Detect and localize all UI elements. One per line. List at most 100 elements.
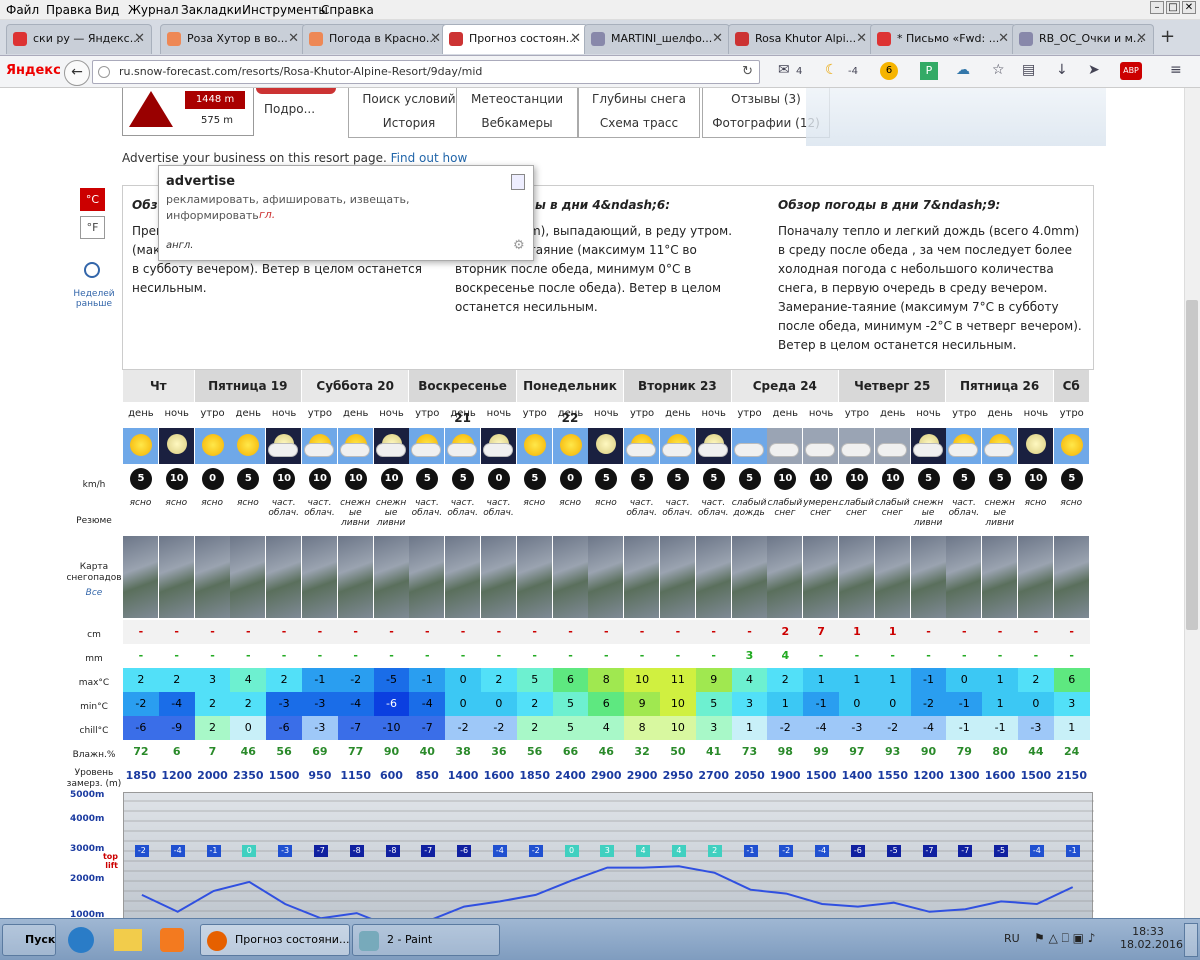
cloud-icon[interactable]: ☁ [956,62,970,78]
badge-icon[interactable]: 6 [880,62,898,80]
tab-close-icon[interactable]: ✕ [134,25,145,53]
menu-item-2[interactable]: Вид [95,3,119,17]
max-temp-cell: 9 [695,668,732,692]
taskbar-firefox[interactable]: Прогноз состояни... [200,924,350,956]
snow-map-thumbnail[interactable] [624,536,660,618]
tray-icons[interactable]: ⚑ △ ⎕ ▣ ♪ [1034,931,1095,946]
ie-icon[interactable] [68,927,94,953]
start-button[interactable]: Пуск [2,924,56,956]
chill-temp-cell: 2 [516,716,553,740]
menu-item-1[interactable]: Правка [46,3,92,17]
new-tab-button[interactable]: + [1160,26,1175,47]
tab-4[interactable]: MARTINI_шелфо... ✕ [584,24,730,54]
tab-close-icon[interactable]: ✕ [1136,25,1147,53]
snow-map-thumbnail[interactable] [158,536,194,618]
tab-close-icon[interactable]: ✕ [998,25,1009,53]
snow-map-thumbnail[interactable] [481,536,516,618]
row-label-map-all[interactable]: Все [66,588,122,598]
download-icon[interactable]: ↓ [1056,62,1068,78]
snow-map-thumbnail[interactable] [302,536,337,618]
menu-item-0[interactable]: Файл [6,3,39,17]
star-icon[interactable]: ☆ [992,62,1005,78]
window-btn-2[interactable]: ✕ [1182,1,1196,14]
reader-icon[interactable]: ▤ [1022,62,1035,78]
snow-cell: - [516,620,553,644]
yandex-logo[interactable]: Яндекс [6,63,61,78]
tab-2[interactable]: Погода в Красно... ✕ [302,24,448,54]
scrollbar-thumb[interactable] [1186,300,1198,630]
tab-close-icon[interactable]: ✕ [570,25,581,53]
media-player-icon[interactable] [160,928,184,952]
tooltip-settings-icon[interactable]: ⚙ [513,238,525,253]
snow-map-thumbnail[interactable] [731,536,767,618]
snow-map-thumbnail[interactable] [409,536,445,618]
snow-map-thumbnail[interactable] [1018,536,1053,618]
top-lift-temp-marker: -4 [170,845,185,857]
snow-map-thumbnail[interactable] [337,536,373,618]
menu-item-5[interactable]: Инструменты [242,3,328,17]
rain-cell: - [281,649,287,662]
top-lift-temp-marker: 0 [564,845,579,857]
taskbar-paint[interactable]: 2 - Paint [352,924,500,956]
url-input[interactable]: ru.snow-forecast.com/resorts/Rosa-Khutor… [92,60,760,84]
hamburger-menu-icon[interactable]: ≡ [1170,62,1182,78]
folder-icon[interactable] [114,929,142,951]
tab-close-icon[interactable]: ✕ [712,25,723,53]
wind-arrow-icon: 5 [595,468,618,490]
tab-7[interactable]: RB_OC_Очки и м... ✕ [1012,24,1154,54]
row-label-min: min°C [80,702,108,712]
summary-cell: снежн ые ливни [984,498,1015,528]
chill-temp-cell: -10 [373,716,410,740]
weather-moon-icon[interactable]: ☾ [825,62,838,78]
snow-map-thumbnail[interactable] [266,536,302,618]
snow-map-thumbnail[interactable] [373,536,409,618]
tab-close-icon[interactable]: ✕ [856,25,867,53]
cloud-shape [448,444,477,456]
top-lift-temp-marker: -3 [278,845,293,857]
back-button[interactable]: ← [64,60,90,86]
tab-3[interactable]: Прогноз состоян... ✕ [442,24,588,54]
tab-1[interactable]: Роза Хутор в во... ✕ [160,24,306,54]
snow-map-thumbnail[interactable] [839,536,874,618]
snow-map-thumbnail[interactable] [516,536,552,618]
clock[interactable]: 18:33 18.02.2016 [1120,925,1183,951]
row-label-max: max°C [78,678,110,688]
snow-map-thumbnail[interactable] [946,536,982,618]
language-indicator[interactable]: RU [1004,932,1020,945]
tab-6[interactable]: * Письмо «Fwd: ... ✕ [870,24,1016,54]
snow-map-thumbnail[interactable] [660,536,695,618]
bookmark-p-icon[interactable]: P [920,62,938,80]
snow-map-thumbnail[interactable] [910,536,946,618]
tab-close-icon[interactable]: ✕ [288,25,299,53]
menu-item-3[interactable]: Журнал [128,3,179,17]
mail-icon[interactable]: ✉ [778,62,790,78]
tooltip-copy-icon[interactable] [511,174,525,190]
snow-map-thumbnail[interactable] [1053,536,1089,618]
summary-cell: част. облач. [268,498,299,518]
send-icon[interactable]: ➤ [1088,62,1100,78]
snow-map-thumbnail[interactable] [230,536,266,618]
menu-item-6[interactable]: Справка [321,3,374,17]
adblock-icon[interactable]: ABP [1120,62,1142,80]
snow-map-thumbnail[interactable] [982,536,1018,618]
tab-close-icon[interactable]: ✕ [430,25,441,53]
weather-sun-cloud-icon [337,428,373,464]
show-desktop-button[interactable] [1184,923,1198,957]
snow-map-thumbnail[interactable] [803,536,839,618]
snow-map-thumbnail[interactable] [588,536,624,618]
window-btn-0[interactable]: – [1150,1,1164,14]
menu-item-4[interactable]: Закладки [181,3,242,17]
reload-icon[interactable]: ↻ [742,61,753,83]
snow-map-thumbnail[interactable] [194,536,230,618]
snow-map-thumbnail[interactable] [767,536,803,618]
window-btn-1[interactable]: □ [1166,1,1180,14]
snow-map-thumbnail[interactable] [123,536,158,618]
max-temp-cell: 8 [588,668,625,692]
snow-map-thumbnail[interactable] [445,536,481,618]
snow-map-thumbnail[interactable] [552,536,588,618]
min-temp-cell: 0 [839,692,875,716]
tab-0[interactable]: ски ру — Яндекс... ✕ [6,24,152,54]
snow-map-thumbnail[interactable] [874,536,910,618]
tab-5[interactable]: Rosa Khutor Alpi... ✕ [728,24,874,54]
snow-map-thumbnail[interactable] [695,536,731,618]
